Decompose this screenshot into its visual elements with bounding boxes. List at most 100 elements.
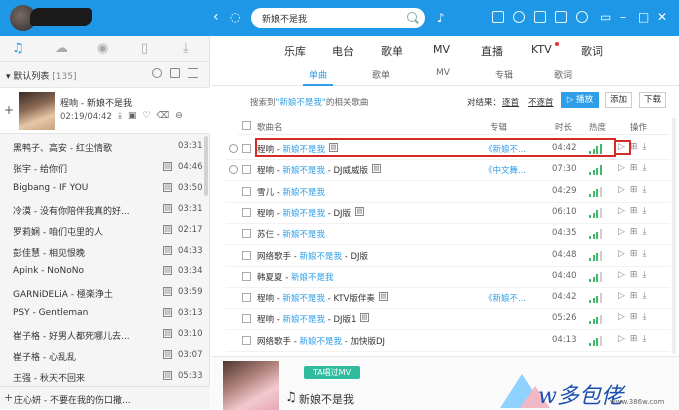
mv-badge[interactable]: TA唱过MV bbox=[304, 366, 360, 379]
row-ops[interactable]: ▷⊞⤓ bbox=[618, 163, 651, 173]
row-checkbox[interactable] bbox=[242, 335, 251, 345]
mv-icon[interactable]: ▤ bbox=[379, 292, 388, 302]
mv-icon[interactable]: ▤ bbox=[163, 370, 172, 380]
table-row[interactable]: 程响 - 新娘不是我 - DJ版 06:10 ▷⊞⤓ ▤ bbox=[226, 202, 670, 224]
row-checkbox[interactable] bbox=[242, 271, 251, 281]
row-checkbox[interactable] bbox=[242, 229, 251, 239]
locate-icon[interactable] bbox=[152, 68, 162, 78]
nav-radio[interactable]: 电台 bbox=[332, 43, 354, 59]
back-arrow-icon[interactable]: ‹ bbox=[213, 10, 219, 24]
row-checkbox[interactable] bbox=[242, 314, 251, 324]
mail-icon[interactable] bbox=[555, 11, 567, 23]
tab-mv[interactable]: MV bbox=[436, 68, 450, 78]
nav-mv[interactable]: MV bbox=[433, 43, 450, 56]
main-scrollbar[interactable] bbox=[672, 118, 676, 354]
mv-thumbnail[interactable] bbox=[223, 361, 279, 410]
search-icon[interactable] bbox=[407, 12, 417, 22]
table-row[interactable]: 网络歌手 - 新娘不是我 - 加快版DJ 04:13 ▷⊞⤓ bbox=[226, 330, 670, 352]
add-icon[interactable]: + bbox=[4, 103, 14, 117]
tab-single[interactable]: 单曲 bbox=[309, 68, 327, 81]
table-row[interactable]: 韩夏夏 - 新娘不是我 04:40 ▷⊞⤓ bbox=[226, 266, 670, 288]
radio-icon[interactable]: ◉ bbox=[97, 41, 108, 56]
list-item[interactable]: 罗莉娴 - 咱们屯里的人 ▤ 02:17 bbox=[0, 220, 206, 242]
close-icon[interactable]: ✕ bbox=[657, 10, 667, 24]
now-playing[interactable]: + 程响 - 新娘不是我 02:19/04:42 ⤓▣♡⌫⊖ bbox=[0, 87, 210, 134]
row-title[interactable]: 网络歌手 - 新娘不是我 - 加快版DJ bbox=[257, 335, 385, 347]
row-ops[interactable]: ▷⊞⤓ bbox=[618, 185, 651, 195]
device-icon[interactable]: ▯ bbox=[141, 41, 148, 56]
list-item[interactable]: GARNiDELiA - 極楽浄土 ▤ 03:59 bbox=[0, 282, 206, 304]
game-icon[interactable] bbox=[513, 11, 525, 23]
left-scrollbar[interactable] bbox=[204, 136, 208, 196]
list-item[interactable]: PSY - Gentleman ▤ 03:13 bbox=[0, 303, 206, 325]
row-checkbox[interactable] bbox=[242, 250, 251, 260]
row-title[interactable]: 程响 - 新娘不是我 - KTV版伴奏 bbox=[257, 292, 375, 304]
expand-radio[interactable] bbox=[229, 165, 238, 175]
row-checkbox[interactable] bbox=[242, 186, 251, 196]
mv-icon[interactable]: ▤ bbox=[163, 203, 172, 213]
row-checkbox[interactable] bbox=[242, 207, 251, 217]
row-title[interactable]: 雪儿 - 新娘不是我 bbox=[257, 186, 325, 198]
list-item[interactable]: Apink - NoNoNo ▤ 03:34 bbox=[0, 261, 206, 283]
table-row[interactable]: 程响 - 新娘不是我 - KTV版伴奏 《新娘不... 04:42 ▷⊞⤓ ▤ bbox=[226, 287, 670, 310]
row-album[interactable]: 《新娘不... bbox=[484, 292, 526, 304]
row-ops[interactable]: ▷⊞⤓ bbox=[618, 249, 651, 259]
mv-icon[interactable]: ▤ bbox=[163, 161, 172, 171]
mv-icon[interactable]: ▤ bbox=[372, 164, 381, 174]
list-item[interactable]: 张宇 - 给你们 ▤ 04:46 bbox=[0, 157, 206, 179]
row-title[interactable]: 程响 - 新娘不是我 - DJ威威版 bbox=[257, 164, 368, 176]
add-icon[interactable]: + bbox=[4, 391, 13, 404]
row-ops[interactable]: ▷⊞⤓ bbox=[618, 270, 651, 280]
mv-title[interactable]: 新娘不是我 bbox=[299, 391, 354, 407]
nav-lyrics[interactable]: 歌词 bbox=[581, 43, 603, 59]
table-row[interactable]: 程响 - 新娘不是我 - DJ威威版 《中文舞... 07:30 ▷⊞⤓ ▤ bbox=[226, 159, 670, 182]
row-ops[interactable]: ▷⊞⤓ bbox=[618, 334, 651, 344]
mv-icon[interactable]: ▤ bbox=[355, 206, 364, 216]
microphone-icon[interactable]: ♪ bbox=[437, 11, 445, 25]
mv-icon[interactable]: ▤ bbox=[163, 245, 172, 255]
row-checkbox[interactable] bbox=[242, 144, 251, 153]
add-button[interactable]: 添加 bbox=[605, 92, 632, 108]
select-all-checkbox[interactable] bbox=[242, 121, 251, 130]
table-row[interactable]: 网络歌手 - 新娘不是我 - DJ版 04:48 ▷⊞⤓ bbox=[226, 245, 670, 267]
mv-icon[interactable]: ▤ bbox=[163, 224, 172, 234]
mv-icon[interactable]: ▤ bbox=[163, 182, 172, 192]
apps-icon[interactable] bbox=[492, 11, 504, 23]
nav-ktv[interactable]: KTV bbox=[531, 43, 552, 56]
row-title[interactable]: 程响 - 新娘不是我 - DJ版1 bbox=[257, 313, 356, 325]
row-ops[interactable]: ▷⊞⤓ bbox=[618, 227, 651, 237]
menu-icon[interactable] bbox=[188, 68, 198, 78]
mv-icon[interactable]: ▤ bbox=[163, 287, 172, 297]
list-item[interactable]: 王强 - 秋天不回来 ▤ 05:33 bbox=[0, 366, 206, 388]
expand-radio[interactable] bbox=[229, 144, 238, 153]
table-row[interactable]: 苏仨 - 新娘不是我 04:35 ▷⊞⤓ bbox=[226, 223, 670, 246]
row-checkbox[interactable] bbox=[242, 165, 251, 175]
nav-library[interactable]: 乐库 bbox=[284, 43, 306, 59]
tab-lyrics[interactable]: 歌词 bbox=[554, 68, 572, 81]
now-playing-ops[interactable]: ⤓▣♡⌫⊖ bbox=[118, 111, 189, 121]
mv-icon[interactable]: ▤ bbox=[163, 266, 172, 276]
download-icon[interactable]: ⤓ bbox=[183, 41, 189, 56]
table-row[interactable]: 雪儿 - 新娘不是我 04:29 ▷⊞⤓ bbox=[226, 181, 670, 203]
filter-exclude[interactable]: 不逐首 bbox=[528, 96, 554, 108]
tab-album[interactable]: 专辑 bbox=[495, 68, 513, 81]
settings-icon[interactable] bbox=[576, 11, 588, 23]
list-item[interactable]: 冷漠 - 没有你陪伴我真的好... ▤ 03:31 bbox=[0, 199, 206, 221]
list-item[interactable]: 黑鸭子、高安 - 红尘情歌 03:31 bbox=[0, 136, 206, 158]
nav-playlist[interactable]: 歌单 bbox=[381, 43, 403, 59]
shirt-icon[interactable] bbox=[534, 11, 546, 23]
bottom-list-item[interactable]: + 庄心妍 - 不要在我的伤口撒... bbox=[0, 386, 210, 409]
row-album[interactable]: 《中文舞... bbox=[484, 164, 526, 176]
search-input[interactable]: 新娘不是我 bbox=[262, 12, 307, 25]
list-item[interactable]: 崔子格 - 好男人都死哪儿去... ▤ 03:10 bbox=[0, 324, 206, 346]
cloud-icon[interactable]: ☁ bbox=[55, 41, 68, 56]
list-item[interactable]: Bigbang - IF YOU ▤ 03:50 bbox=[0, 178, 206, 200]
row-ops[interactable]: ▷⊞⤓ bbox=[618, 291, 651, 301]
mini-mode-icon[interactable]: ▭ bbox=[600, 10, 611, 24]
row-checkbox[interactable] bbox=[242, 293, 251, 303]
list-item[interactable]: 彭佳慧 - 相见恨晚 ▤ 04:33 bbox=[0, 241, 206, 263]
minimize-icon[interactable]: – bbox=[620, 10, 626, 24]
table-row[interactable]: 程响 - 新娘不是我 - DJ版1 05:26 ▷⊞⤓ ▤ bbox=[226, 308, 670, 331]
share-icon[interactable] bbox=[170, 68, 180, 78]
refresh-icon[interactable]: ◌ bbox=[230, 10, 240, 24]
